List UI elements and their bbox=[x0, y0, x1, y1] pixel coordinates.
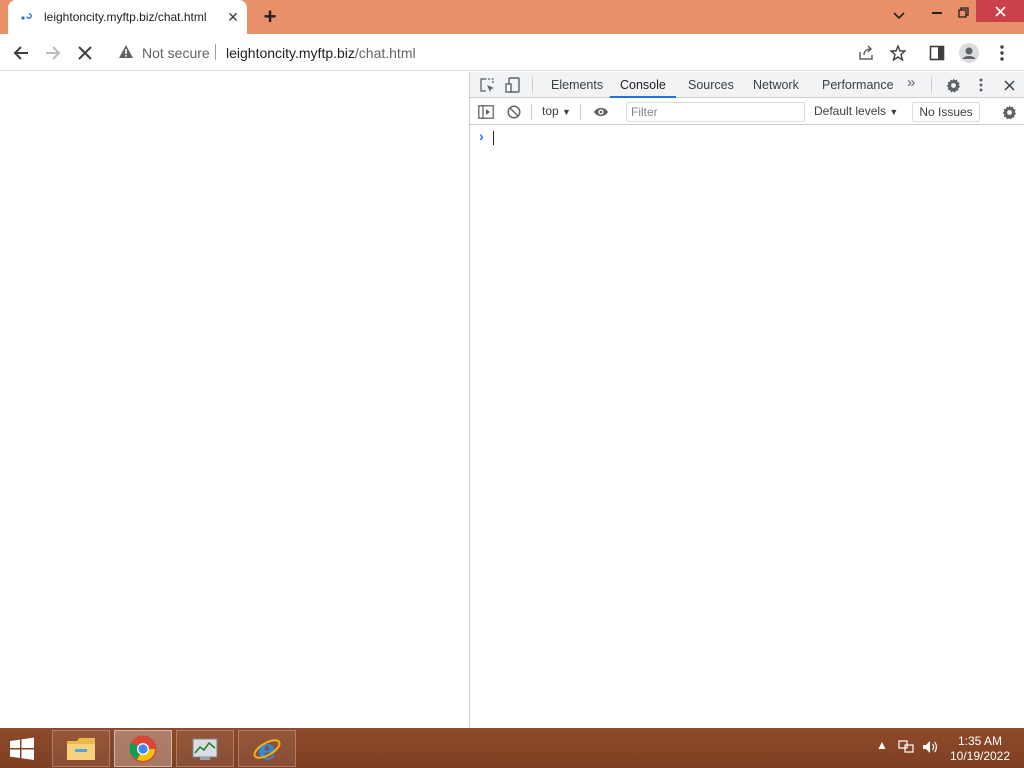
side-panel-button[interactable] bbox=[924, 40, 950, 66]
page-viewport[interactable] bbox=[0, 72, 469, 728]
security-status[interactable]: Not secure bbox=[142, 45, 210, 61]
taskbar-chrome[interactable] bbox=[114, 730, 172, 767]
tab-sources[interactable]: Sources bbox=[686, 72, 736, 98]
share-button[interactable] bbox=[853, 40, 879, 66]
tab-strip: leightoncity.myftp.biz/chat.html ✕ + bbox=[0, 0, 1024, 34]
console-sidebar-button[interactable] bbox=[477, 103, 495, 121]
console-filter-input[interactable] bbox=[626, 102, 805, 122]
tab-console[interactable]: Console bbox=[610, 72, 676, 98]
issues-button[interactable]: No Issues bbox=[912, 102, 980, 122]
tab-network[interactable]: Network bbox=[751, 72, 801, 98]
file-explorer-icon bbox=[67, 737, 95, 760]
new-tab-button[interactable]: + bbox=[259, 6, 281, 28]
side-panel-icon bbox=[929, 45, 945, 61]
star-icon bbox=[890, 45, 906, 61]
close-icon bbox=[994, 5, 1006, 17]
omnibox-divider bbox=[215, 44, 216, 60]
forward-button[interactable] bbox=[40, 40, 66, 66]
devtools-separator bbox=[580, 104, 581, 120]
taskbar: e ▲ 1:35 AM 10/19/2022 bbox=[0, 728, 1024, 768]
profile-button[interactable] bbox=[956, 40, 982, 66]
internet-explorer-icon: e bbox=[253, 734, 281, 764]
taskbar-file-explorer[interactable] bbox=[52, 730, 110, 767]
close-icon bbox=[1003, 79, 1015, 91]
share-icon bbox=[859, 45, 873, 60]
inspect-element-button[interactable] bbox=[478, 76, 496, 94]
arrow-right-icon bbox=[46, 46, 61, 60]
stop-icon bbox=[78, 46, 92, 60]
avatar-icon bbox=[959, 43, 979, 63]
tab-elements[interactable]: Elements bbox=[549, 72, 605, 98]
tab-search-button[interactable] bbox=[886, 4, 912, 28]
volume-icon[interactable] bbox=[922, 740, 938, 754]
clock-date: 10/19/2022 bbox=[949, 749, 1011, 763]
chevron-down-icon bbox=[893, 12, 905, 20]
window-close-button[interactable] bbox=[976, 0, 1024, 22]
devtools-separator bbox=[531, 104, 532, 120]
sidebar-toggle-icon bbox=[478, 105, 494, 119]
url-text[interactable]: leightoncity.myftp.biz/chat.html bbox=[226, 45, 416, 61]
console-output[interactable]: › bbox=[470, 126, 1024, 728]
clock-time: 1:35 AM bbox=[957, 734, 1003, 748]
context-selector-value: top bbox=[542, 104, 559, 118]
devtools-separator bbox=[931, 77, 932, 93]
address-bar[interactable]: Not secure leightoncity.myftp.biz/chat.h… bbox=[110, 37, 914, 67]
loading-favicon-icon bbox=[21, 13, 32, 20]
device-icon bbox=[505, 77, 520, 93]
devtools-close-button[interactable] bbox=[1000, 76, 1018, 94]
minimize-button[interactable] bbox=[924, 0, 950, 24]
url-path: /chat.html bbox=[354, 45, 416, 61]
dropdown-arrow-icon: ▼ bbox=[562, 107, 571, 117]
console-toolbar: top ▼ Default levels ▼ No Issues bbox=[470, 99, 1024, 125]
context-selector[interactable]: top ▼ bbox=[542, 104, 571, 118]
inspect-icon bbox=[479, 77, 494, 92]
tab-performance[interactable]: Performance bbox=[820, 72, 896, 98]
devtools-tab-bar: Elements Console Sources Network Perform… bbox=[470, 72, 1024, 98]
minimize-icon bbox=[932, 12, 942, 14]
browser-toolbar: Not secure leightoncity.myftp.biz/chat.h… bbox=[0, 34, 1024, 71]
url-host: leightoncity.myftp.biz bbox=[226, 45, 355, 61]
arrow-left-icon bbox=[13, 46, 28, 60]
live-expression-button[interactable] bbox=[592, 103, 610, 121]
tab-close-icon[interactable]: ✕ bbox=[225, 9, 241, 25]
devtools-menu-button[interactable] bbox=[972, 76, 990, 94]
console-settings-button[interactable] bbox=[1000, 103, 1018, 121]
bookmark-button[interactable] bbox=[885, 40, 911, 66]
browser-tab[interactable]: leightoncity.myftp.biz/chat.html ✕ bbox=[8, 0, 247, 34]
windows-start-icon[interactable] bbox=[6, 736, 38, 762]
dropdown-arrow-icon: ▼ bbox=[889, 107, 899, 117]
kebab-menu-icon bbox=[1000, 45, 1004, 61]
console-input-caret[interactable] bbox=[493, 131, 494, 145]
devtools-panel: Elements Console Sources Network Perform… bbox=[469, 72, 1024, 728]
restore-button[interactable] bbox=[950, 0, 976, 24]
more-tabs-icon[interactable]: » bbox=[907, 74, 915, 91]
tab-title: leightoncity.myftp.biz/chat.html bbox=[44, 10, 207, 24]
devtools-separator bbox=[532, 77, 533, 93]
menu-button[interactable] bbox=[989, 40, 1015, 66]
gear-icon bbox=[1002, 104, 1016, 120]
system-clock[interactable]: 1:35 AM 10/19/2022 bbox=[946, 734, 1014, 764]
taskbar-task-manager[interactable] bbox=[176, 730, 234, 767]
warning-icon[interactable] bbox=[118, 44, 134, 59]
stop-loading-button[interactable] bbox=[72, 40, 98, 66]
kebab-menu-icon bbox=[979, 78, 983, 92]
log-levels-value: Default levels bbox=[814, 104, 887, 118]
gear-icon bbox=[946, 77, 960, 93]
devtools-settings-button[interactable] bbox=[944, 76, 962, 94]
network-icon[interactable] bbox=[898, 740, 914, 754]
chrome-icon bbox=[129, 735, 157, 762]
task-manager-icon bbox=[192, 738, 218, 760]
block-icon bbox=[507, 105, 521, 119]
log-levels-dropdown[interactable]: Default levels ▼ bbox=[814, 104, 898, 118]
back-button[interactable] bbox=[8, 40, 34, 66]
taskbar-internet-explorer[interactable]: e bbox=[238, 730, 296, 767]
svg-text:e: e bbox=[258, 734, 276, 764]
clear-console-button[interactable] bbox=[505, 103, 523, 121]
console-prompt-icon: › bbox=[479, 128, 484, 144]
eye-icon bbox=[594, 107, 608, 117]
restore-icon bbox=[957, 6, 969, 18]
show-hidden-icons[interactable]: ▲ bbox=[876, 738, 888, 752]
device-toolbar-button[interactable] bbox=[504, 76, 522, 94]
